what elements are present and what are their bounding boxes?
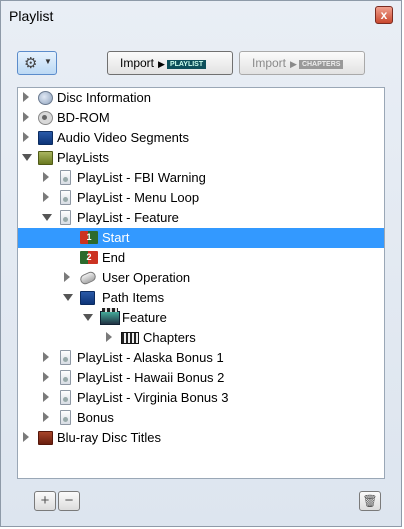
tree-item-label: Disc Information xyxy=(57,90,151,105)
remove-button[interactable]: − xyxy=(58,491,80,511)
tree-item-bonus[interactable]: Bonus xyxy=(18,408,384,428)
play-arrow-icon: ▶ xyxy=(158,59,165,69)
tree-item-label: Start xyxy=(102,230,130,245)
playlist-icon xyxy=(60,190,71,205)
tree-item-audio-video-segments[interactable]: Audio Video Segments xyxy=(18,128,384,148)
title-bar: Playlist x xyxy=(1,1,401,29)
expand-arrow-icon[interactable] xyxy=(64,272,70,282)
tree-item-label: Chapters xyxy=(143,330,196,345)
tree-item-bd-rom[interactable]: BD-ROM xyxy=(18,108,384,128)
tree-item-path-items[interactable]: Path Items xyxy=(18,288,384,308)
expand-arrow-icon[interactable] xyxy=(43,372,49,382)
tree-item-disc-information[interactable]: Disc Information xyxy=(18,88,384,108)
playlist-icon xyxy=(60,210,71,225)
delete-button[interactable]: 🗑 xyxy=(359,491,381,511)
end-mark-icon: 2 xyxy=(80,251,98,264)
tree-item-playlist-alaska-bonus-1[interactable]: PlayList - Alaska Bonus 1 xyxy=(18,348,384,368)
tree-item-label: User Operation xyxy=(102,270,191,285)
tree-item-playlists[interactable]: PlayLists xyxy=(18,148,384,168)
folder-icon xyxy=(38,151,53,165)
tree-item-playlist-hawaii-bonus-2[interactable]: PlayList - Hawaii Bonus 2 xyxy=(18,368,384,388)
folder-icon xyxy=(80,291,95,305)
playlist-icon xyxy=(60,390,71,405)
chevron-down-icon: ▼ xyxy=(44,57,52,66)
folder-icon xyxy=(38,131,53,145)
gear-icon: ⚙ xyxy=(24,55,38,72)
tree-item-label: Audio Video Segments xyxy=(57,130,190,145)
import-playlist-button[interactable]: Import ▶ PLAYLIST xyxy=(107,51,233,75)
tree-item-label: PlayList - Virginia Bonus 3 xyxy=(77,390,229,405)
playlist-icon xyxy=(60,350,71,365)
tree-item-playlist-menu-loop[interactable]: PlayList - Menu Loop xyxy=(18,188,384,208)
window-title: Playlist xyxy=(9,8,54,24)
tree-item-label: PlayLists xyxy=(57,150,110,165)
tree-item-label: PlayList - FBI Warning xyxy=(77,170,206,185)
expand-arrow-icon[interactable] xyxy=(43,392,49,402)
playlist-tree[interactable]: Disc Information BD-ROM Audio Video Segm… xyxy=(17,87,385,479)
trash-icon: 🗑 xyxy=(362,494,378,508)
collapse-arrow-icon[interactable] xyxy=(63,294,73,301)
tree-item-start[interactable]: 1 Start xyxy=(18,228,384,248)
collapse-arrow-icon[interactable] xyxy=(83,314,93,321)
start-mark-icon: 1 xyxy=(80,231,98,244)
tree-item-playlist-feature[interactable]: PlayList - Feature xyxy=(18,208,384,228)
tree-item-feature[interactable]: Feature xyxy=(18,308,384,328)
folder-icon xyxy=(38,431,53,445)
play-arrow-icon: ▶ xyxy=(290,59,297,69)
collapse-arrow-icon[interactable] xyxy=(22,154,32,161)
tree-item-playlist-fbi-warning[interactable]: PlayList - FBI Warning xyxy=(18,168,384,188)
gear-menu-button[interactable]: ⚙ ▼ xyxy=(17,51,57,75)
import-playlist-label: Import xyxy=(120,56,155,70)
expand-arrow-icon[interactable] xyxy=(106,332,112,342)
import-chapters-label: Import xyxy=(252,56,287,70)
collapse-arrow-icon[interactable] xyxy=(42,214,52,221)
expand-arrow-icon[interactable] xyxy=(43,192,49,202)
add-button[interactable]: + xyxy=(34,491,56,511)
tree-item-label: Path Items xyxy=(102,290,165,305)
tree-item-label: PlayList - Menu Loop xyxy=(77,190,200,205)
disc-info-icon xyxy=(38,91,53,105)
playlist-icon xyxy=(60,410,71,425)
expand-arrow-icon[interactable] xyxy=(23,432,29,442)
tree-item-label: Blu-ray Disc Titles xyxy=(57,430,162,445)
playlist-window: Playlist x ⚙ ▼ Import ▶ PLAYLIST Import ▶ CH… xyxy=(0,0,402,527)
tree-item-label: BD-ROM xyxy=(57,110,110,125)
expand-arrow-icon[interactable] xyxy=(23,92,29,102)
chapters-tag: CHAPTERS xyxy=(298,60,344,69)
disc-icon xyxy=(38,111,53,125)
tree-item-chapters[interactable]: Chapters xyxy=(18,328,384,348)
playlist-icon xyxy=(60,370,71,385)
tree-item-label: End xyxy=(102,250,126,265)
tree-item-label: PlayList - Hawaii Bonus 2 xyxy=(77,370,225,385)
expand-arrow-icon[interactable] xyxy=(43,352,49,362)
user-operation-icon xyxy=(78,270,98,286)
close-button[interactable]: x xyxy=(375,6,393,24)
expand-arrow-icon[interactable] xyxy=(43,172,49,182)
import-chapters-button[interactable]: Import ▶ CHAPTERS xyxy=(239,51,365,75)
playlist-tag: PLAYLIST xyxy=(166,60,207,69)
tree-item-end[interactable]: 2 End xyxy=(18,248,384,268)
tree-item-label: PlayList - Alaska Bonus 1 xyxy=(77,350,224,365)
tree-item-blu-ray-disc-titles[interactable]: Blu-ray Disc Titles xyxy=(18,428,384,448)
tree-item-label: Bonus xyxy=(77,410,114,425)
tree-item-label: Feature xyxy=(122,310,167,325)
bottom-toolbar: + − 🗑 xyxy=(1,478,401,526)
tree-item-user-operation[interactable]: User Operation xyxy=(18,268,384,288)
chapters-icon xyxy=(121,332,139,344)
expand-arrow-icon[interactable] xyxy=(43,412,49,422)
tree-item-label: PlayList - Feature xyxy=(77,210,179,225)
film-clip-icon xyxy=(100,308,120,325)
tree-item-playlist-virginia-bonus-3[interactable]: PlayList - Virginia Bonus 3 xyxy=(18,388,384,408)
expand-arrow-icon[interactable] xyxy=(23,112,29,122)
playlist-icon xyxy=(60,170,71,185)
expand-arrow-icon[interactable] xyxy=(23,132,29,142)
